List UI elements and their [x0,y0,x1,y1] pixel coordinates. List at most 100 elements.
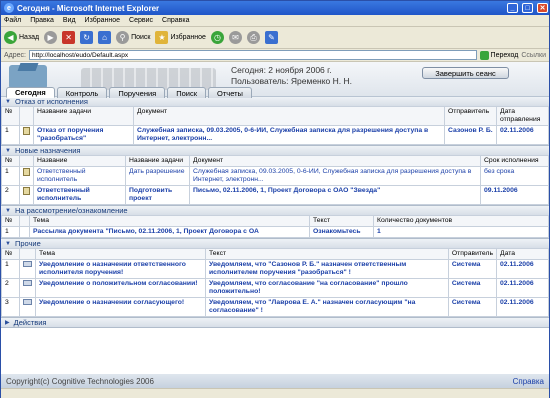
section-review: ▼ На рассмотрение/ознакомление № Тема Тек… [1,206,549,239]
tab-search[interactable]: Поиск [167,87,207,98]
mail-icon: ✉ [228,31,242,44]
other-table: № Тема Текст Отправитель Дата 1 Уведомле… [1,248,549,317]
table-row[interactable]: 1 Рассылка документа "Письмо, 02.11.2006… [1,226,549,238]
menu-file[interactable]: Файл [4,17,21,24]
menu-tools[interactable]: Сервис [129,17,153,24]
menu-edit[interactable]: Правка [30,17,54,24]
table-row[interactable]: 1 Ответственный исполнитель Дать разреше… [1,166,549,186]
col-date: Дата [496,248,549,260]
menu-favorites[interactable]: Избранное [85,17,120,24]
stop-button[interactable]: ✕ [62,31,76,44]
topic-link[interactable]: Уведомление о назначении ответственного … [35,259,206,279]
document-icon [23,168,30,176]
favorites-button[interactable]: ★ Избранное [155,31,206,44]
section-refusals: ▼ Отказ от исполнения № Название задачи Д… [1,97,549,146]
links-button[interactable]: Ссылки [521,52,549,59]
minimize-button[interactable]: _ [507,3,518,13]
table-row[interactable]: 3 Уведомление о назначении согласующего!… [1,297,549,317]
table-row[interactable]: 1 Уведомление о назначении ответственног… [1,259,549,279]
section-header-new-assignments[interactable]: ▼ Новые назначения [1,146,549,155]
task-link[interactable]: Отказ от поручения "разобраться" [33,125,134,145]
section-new-assignments: ▼ Новые назначения № Название Название за… [1,146,549,206]
star-icon: ★ [155,31,169,44]
copyright-text: Copyright(c) Cognitive Technologies 2006 [6,376,154,386]
collapse-arrow-icon: ▼ [5,98,11,105]
col-icon [19,215,30,227]
forward-button[interactable]: ▶ [44,31,58,44]
back-button[interactable]: ◀ Назад [4,31,39,44]
col-document: Документ [133,106,445,126]
mail-button[interactable]: ✉ [228,31,242,44]
section-header-other[interactable]: ▼ Прочие [1,239,549,248]
col-number: № [1,106,20,126]
count-cell: 1 [373,226,549,238]
section-actions: ▶ Действия [1,318,549,328]
close-button[interactable]: ✕ [537,3,548,13]
task-link[interactable]: Подготовить проект [125,185,190,205]
refresh-icon: ↻ [80,31,94,44]
home-button[interactable]: ⌂ [98,31,112,44]
topic-link[interactable]: Уведомление о назначении согласующего! [35,297,206,317]
section-header-actions[interactable]: ▶ Действия [1,318,549,327]
end-session-button[interactable]: Завершить сеанс [422,67,509,79]
forward-arrow-icon: ▶ [44,31,58,44]
today-date: Сегодня: 2 ноября 2006 г. [231,65,332,75]
sender-cell: Система [447,278,498,298]
tab-control[interactable]: Контроль [56,87,108,98]
date-cell: 02.11.2006 [496,297,549,317]
section-header-refusals[interactable]: ▼ Отказ от исполнения [1,97,549,106]
search-icon: ⚲ [116,31,130,44]
menu-help[interactable]: Справка [162,17,189,24]
tab-reports[interactable]: Отчеты [208,87,252,98]
print-button[interactable]: ⎙ [246,31,260,44]
tab-today[interactable]: Сегодня [6,87,55,98]
col-due: Срок исполнения [480,155,549,167]
house-logo-icon [9,65,47,89]
col-topic: Тема [29,215,310,227]
topic-link[interactable]: Рассылка документа "Письмо, 02.11.2006, … [29,226,310,238]
col-text: Текст [309,215,374,227]
topic-link[interactable]: Уведомление о положительном согласовании… [35,278,206,298]
document-link[interactable]: Служебная записка, 09.03.2005, 0-6-ИИ, С… [189,166,481,186]
edit-button[interactable]: ✎ [264,31,278,44]
row-number: 2 [1,185,20,205]
go-button[interactable]: Переход [479,50,518,60]
text-cell: Уведомляем, что "Сазонов Р. Б." назначен… [205,259,449,279]
table-header-row: № Название задачи Документ Отправитель Д… [1,106,549,126]
menu-view[interactable]: Вид [63,17,76,24]
document-link[interactable]: Служебная записка, 09.03.2005, 0-6-ИИ, С… [133,125,445,145]
table-row[interactable]: 2 Ответственный исполнитель Подготовить … [1,185,549,205]
envelope-icon [23,299,32,305]
table-row[interactable]: 2 Уведомление о положительном согласован… [1,278,549,298]
text-cell: Уведомляем, что "Лаврова Е. А." назначен… [205,297,449,317]
tab-assignments[interactable]: Поручения [109,87,166,98]
history-button[interactable]: ◷ [210,31,224,44]
row-icon-cell [19,125,34,145]
document-link[interactable]: Письмо, 02.11.2006, 1, Проект Договора с… [189,185,481,205]
assignment-name-link[interactable]: Ответственный исполнитель [33,185,126,205]
address-input[interactable]: http://localhost/eudo/Default.aspx [28,50,477,60]
col-task: Название задачи [33,106,134,126]
page-footer: Copyright(c) Cognitive Technologies 2006… [1,374,549,388]
section-other: ▼ Прочие № Тема Текст Отправитель Дата 1 … [1,239,549,318]
task-link[interactable]: Дать разрешение [125,166,190,186]
current-user: Пользователь: Яременко Н. Н. [231,76,353,86]
col-text: Текст [205,248,449,260]
refresh-button[interactable]: ↻ [80,31,94,44]
row-icon-cell [19,278,36,298]
col-icon [19,106,34,126]
row-icon-cell [19,297,36,317]
row-icon-cell [19,259,36,279]
go-arrow-icon [479,50,489,60]
help-link[interactable]: Справка [513,377,544,386]
collapse-arrow-icon: ▼ [5,240,11,247]
table-row[interactable]: 1 Отказ от поручения "разобраться" Служе… [1,125,549,145]
maximize-button[interactable]: □ [522,3,533,13]
date-cell: 02.11.2006 [496,278,549,298]
col-number: № [1,155,20,167]
assignment-name-link[interactable]: Ответственный исполнитель [33,166,126,186]
table-header-row: № Тема Текст Отправитель Дата [1,248,549,260]
collapse-arrow-icon: ▼ [5,147,11,154]
search-button[interactable]: ⚲ Поиск [116,31,150,44]
section-header-review[interactable]: ▼ На рассмотрение/ознакомление [1,206,549,215]
